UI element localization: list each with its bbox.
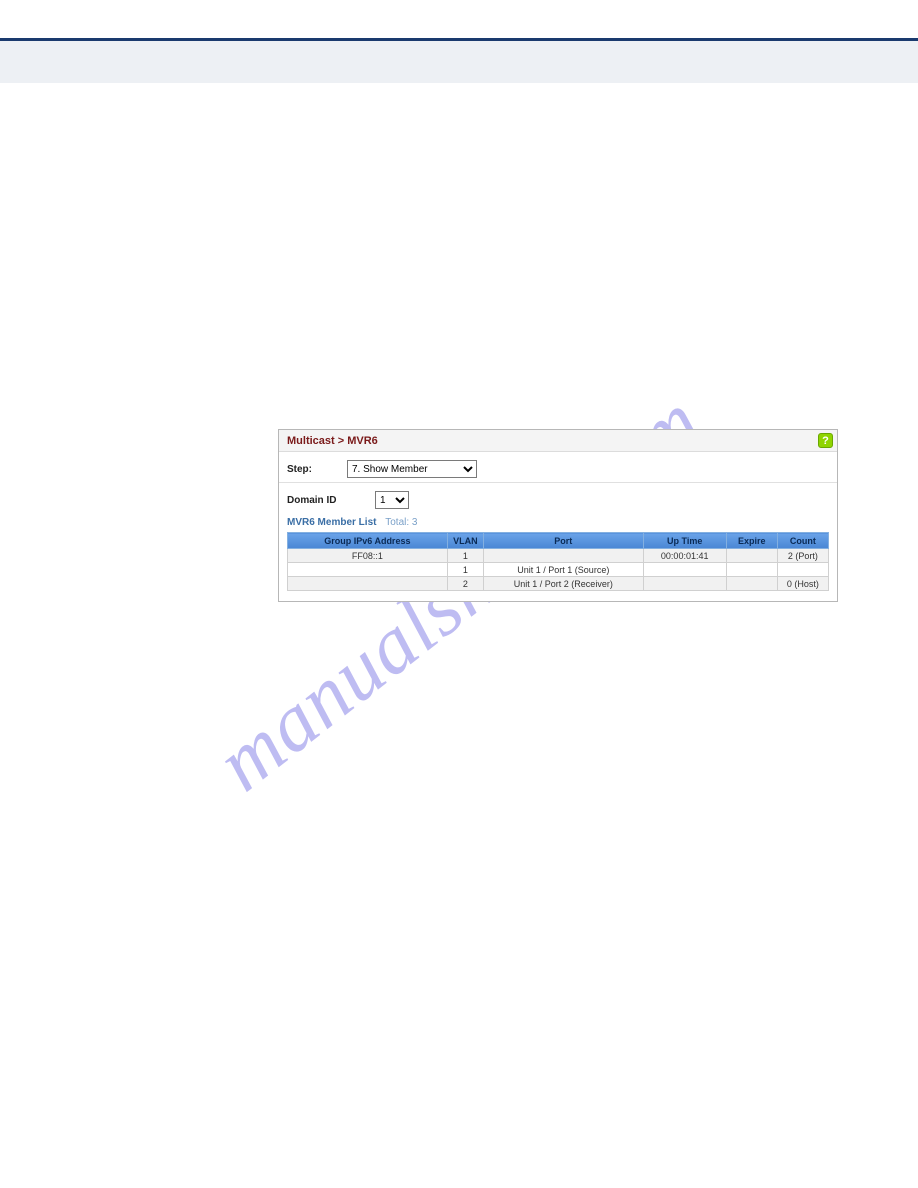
domain-id-select[interactable]: 1 bbox=[375, 491, 409, 509]
panel-header: Multicast > MVR6 ? bbox=[279, 430, 837, 452]
page-header-band bbox=[0, 41, 918, 83]
mvr6-panel: Multicast > MVR6 ? Step: 7. Show Member … bbox=[278, 429, 838, 602]
col-header-uptime: Up Time bbox=[643, 533, 726, 549]
cell-expire bbox=[726, 549, 777, 563]
cell-address bbox=[288, 563, 448, 577]
col-header-count: Count bbox=[777, 533, 828, 549]
cell-uptime bbox=[643, 563, 726, 577]
table-row: FF08::1 1 00:00:01:41 2 (Port) bbox=[288, 549, 829, 563]
breadcrumb: Multicast > MVR6 bbox=[287, 435, 378, 447]
cell-count: 0 (Host) bbox=[777, 577, 828, 591]
member-list-title: MVR6 Member List Total: 3 bbox=[287, 517, 829, 528]
member-list-total: Total: 3 bbox=[385, 517, 417, 528]
panel-body: Step: 7. Show Member Domain ID 1 MVR6 Me… bbox=[279, 452, 837, 601]
cell-uptime: 00:00:01:41 bbox=[643, 549, 726, 563]
cell-port: Unit 1 / Port 2 (Receiver) bbox=[483, 577, 643, 591]
domain-row: Domain ID 1 bbox=[287, 489, 829, 511]
step-select[interactable]: 7. Show Member bbox=[347, 460, 477, 478]
cell-vlan: 2 bbox=[447, 577, 483, 591]
col-header-port: Port bbox=[483, 533, 643, 549]
cell-address: FF08::1 bbox=[288, 549, 448, 563]
help-icon[interactable]: ? bbox=[818, 433, 833, 448]
cell-expire bbox=[726, 577, 777, 591]
table-row: 2 Unit 1 / Port 2 (Receiver) 0 (Host) bbox=[288, 577, 829, 591]
cell-uptime bbox=[643, 577, 726, 591]
cell-vlan: 1 bbox=[447, 563, 483, 577]
domain-id-label: Domain ID bbox=[287, 495, 375, 506]
cell-port bbox=[483, 549, 643, 563]
step-label: Step: bbox=[287, 464, 347, 475]
cell-expire bbox=[726, 563, 777, 577]
member-table: Group IPv6 Address VLAN Port Up Time Exp… bbox=[287, 532, 829, 591]
cell-vlan: 1 bbox=[447, 549, 483, 563]
cell-address bbox=[288, 577, 448, 591]
divider bbox=[279, 482, 837, 483]
cell-port: Unit 1 / Port 1 (Source) bbox=[483, 563, 643, 577]
step-row: Step: 7. Show Member bbox=[287, 458, 829, 480]
cell-count: 2 (Port) bbox=[777, 549, 828, 563]
col-header-expire: Expire bbox=[726, 533, 777, 549]
col-header-vlan: VLAN bbox=[447, 533, 483, 549]
member-list-title-text: MVR6 Member List bbox=[287, 517, 376, 528]
cell-count bbox=[777, 563, 828, 577]
table-header-row: Group IPv6 Address VLAN Port Up Time Exp… bbox=[288, 533, 829, 549]
table-row: 1 Unit 1 / Port 1 (Source) bbox=[288, 563, 829, 577]
col-header-address: Group IPv6 Address bbox=[288, 533, 448, 549]
